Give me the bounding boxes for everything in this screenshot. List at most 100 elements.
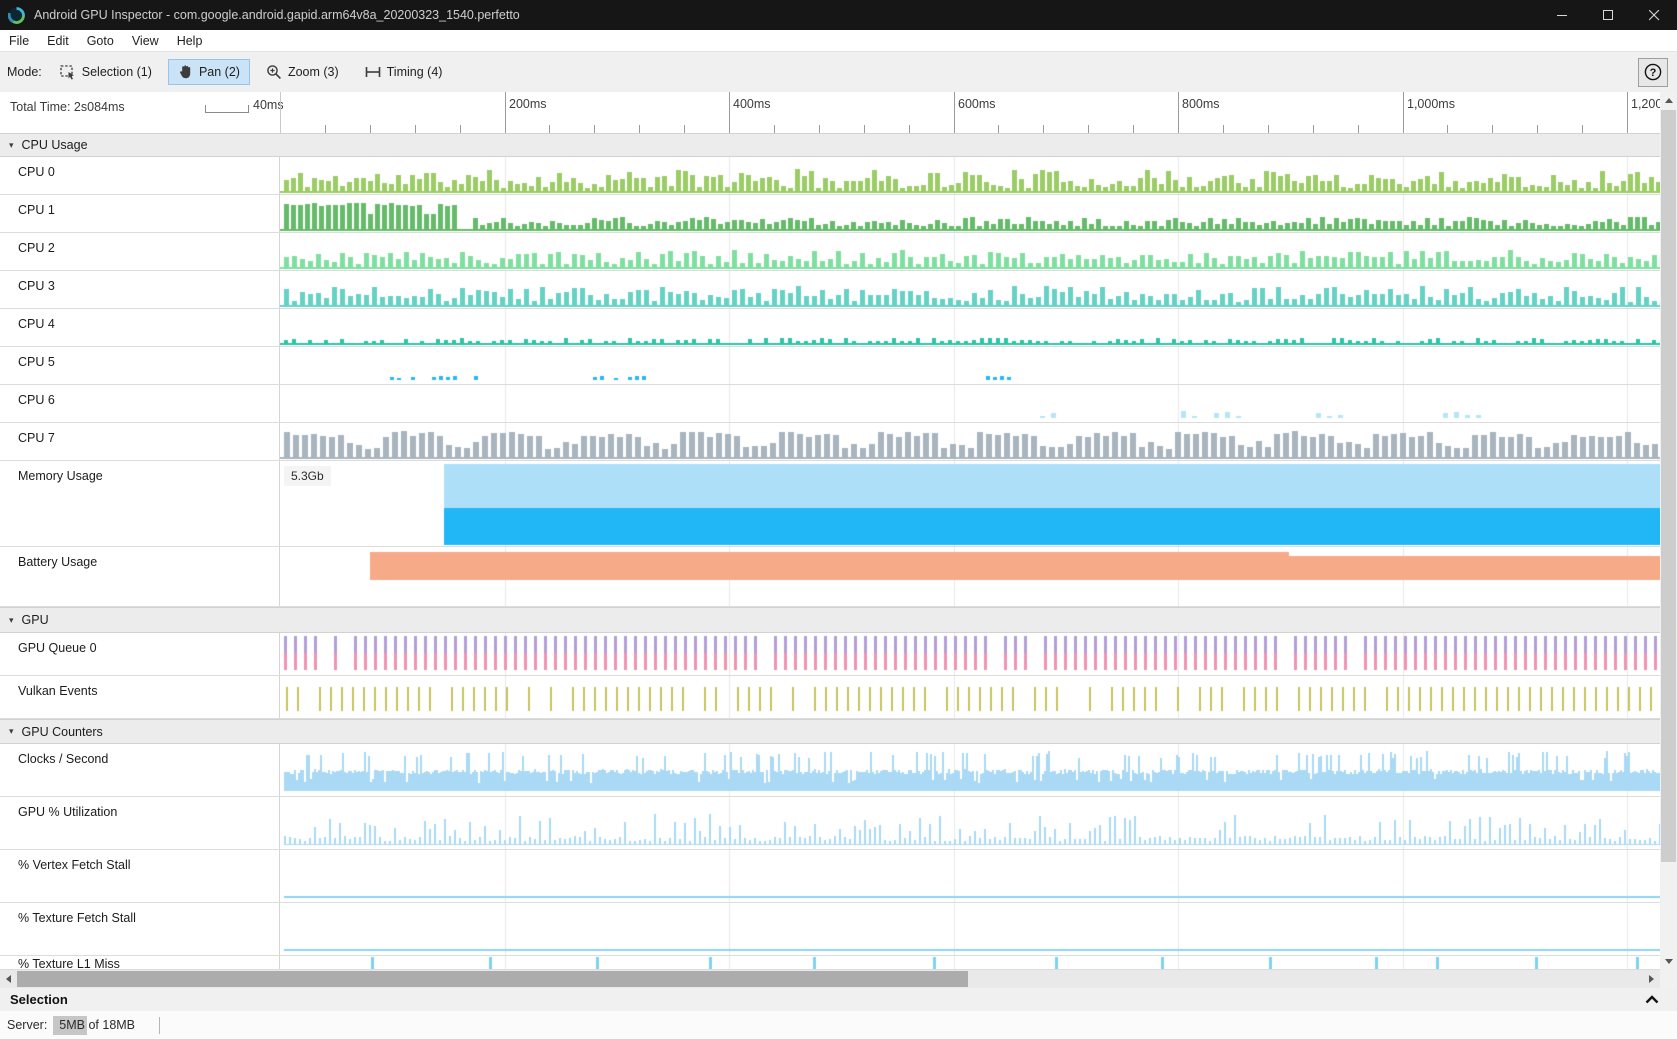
vertical-scrollbar-thumb[interactable] bbox=[1661, 110, 1676, 862]
group-header-gpu-header[interactable]: ▾GPU bbox=[0, 607, 1677, 633]
close-icon bbox=[1649, 10, 1660, 21]
track-row-cpu1: CPU 1 bbox=[0, 195, 1677, 233]
ruler-minor-tick bbox=[1358, 125, 1359, 133]
help-button[interactable]: ? bbox=[1638, 58, 1668, 87]
track-plot-cpu4[interactable] bbox=[280, 309, 1677, 346]
title-bar: Android GPU Inspector - com.google.andro… bbox=[0, 0, 1677, 30]
ruler-minor-tick bbox=[594, 125, 595, 133]
magnifier-icon bbox=[266, 64, 282, 80]
total-time-label: Total Time: 2s084ms bbox=[10, 100, 125, 114]
track-plot-clocks[interactable] bbox=[280, 744, 1677, 796]
timing-icon bbox=[365, 65, 381, 79]
scroll-down-arrow[interactable] bbox=[1660, 953, 1677, 970]
menu-goto[interactable]: Goto bbox=[78, 32, 123, 50]
minimize-button[interactable] bbox=[1539, 0, 1585, 30]
menu-edit[interactable]: Edit bbox=[38, 32, 78, 50]
track-label-cpu7: CPU 7 bbox=[0, 423, 280, 460]
track-plot-cpu1[interactable] bbox=[280, 195, 1677, 232]
horizontal-scrollbar-thumb[interactable] bbox=[17, 971, 968, 987]
ruler-tick-label: 400ms bbox=[733, 97, 771, 111]
track-label-memory: Memory Usage bbox=[0, 461, 280, 546]
status-separator bbox=[159, 1017, 160, 1034]
scroll-right-arrow[interactable] bbox=[1643, 970, 1660, 988]
ruler-major-tick bbox=[954, 92, 955, 133]
track-plot-l1-miss[interactable] bbox=[280, 956, 1677, 969]
ruler-minor-tick bbox=[549, 125, 550, 133]
track-plot-gpu-queue[interactable] bbox=[280, 633, 1677, 675]
chevron-up-icon bbox=[1645, 995, 1659, 1004]
track-label-cpu0: CPU 0 bbox=[0, 157, 280, 194]
ruler-minor-tick bbox=[1133, 125, 1134, 133]
group-header-gpu-counters-header[interactable]: ▾GPU Counters bbox=[0, 719, 1677, 744]
track-label-cpu3: CPU 3 bbox=[0, 271, 280, 308]
ruler-tick-label: 800ms bbox=[1182, 97, 1220, 111]
collapse-arrow-icon: ▾ bbox=[9, 615, 14, 626]
ruler-minor-tick bbox=[1537, 125, 1538, 133]
track-row-cpu4: CPU 4 bbox=[0, 309, 1677, 347]
selection-panel-expand-button[interactable] bbox=[1645, 995, 1659, 1004]
close-button[interactable] bbox=[1631, 0, 1677, 30]
server-memory-indicator: 5MB of 18MB bbox=[53, 1016, 145, 1035]
menu-help[interactable]: Help bbox=[168, 32, 212, 50]
collapse-arrow-icon: ▾ bbox=[9, 726, 14, 737]
maximize-icon bbox=[1603, 10, 1614, 21]
maximize-button[interactable] bbox=[1585, 0, 1631, 30]
track-label-cpu1: CPU 1 bbox=[0, 195, 280, 232]
timing-mode-button[interactable]: Timing (4) bbox=[355, 60, 453, 84]
track-label-cpu4: CPU 4 bbox=[0, 309, 280, 346]
pan-mode-label: Pan (2) bbox=[199, 65, 240, 79]
track-row-cpu2: CPU 2 bbox=[0, 233, 1677, 271]
track-row-cpu6: CPU 6 bbox=[0, 385, 1677, 423]
track-plot-texture-stall[interactable] bbox=[280, 903, 1677, 955]
selection-mode-button[interactable]: Selection (1) bbox=[50, 60, 162, 85]
track-plot-cpu0[interactable] bbox=[280, 157, 1677, 194]
help-icon: ? bbox=[1644, 63, 1662, 81]
track-plot-vulkan[interactable] bbox=[280, 676, 1677, 718]
track-plot-vertex-stall[interactable] bbox=[280, 850, 1677, 902]
ruler-minor-tick bbox=[1043, 125, 1044, 133]
ruler-minor-tick bbox=[1582, 125, 1583, 133]
horizontal-scrollbar[interactable] bbox=[0, 970, 1660, 988]
scroll-left-arrow[interactable] bbox=[0, 970, 17, 988]
track-plot-memory[interactable] bbox=[280, 461, 1677, 546]
track-label-cpu6: CPU 6 bbox=[0, 385, 280, 422]
timeline-ruler[interactable]: Total Time: 2s084ms 40ms 200ms400ms600ms… bbox=[0, 92, 1677, 134]
server-memory-value: 5MB of 18MB bbox=[59, 1018, 135, 1032]
scroll-up-arrow[interactable] bbox=[1660, 92, 1677, 109]
track-row-gpu-util: GPU % Utilization bbox=[0, 797, 1677, 850]
menu-file[interactable]: File bbox=[0, 32, 38, 50]
status-bar: Server: 5MB of 18MB bbox=[0, 1011, 1677, 1039]
track-plot-gpu-util[interactable] bbox=[280, 797, 1677, 849]
track-row-vulkan: Vulkan Events bbox=[0, 676, 1677, 719]
track-plot-cpu3[interactable] bbox=[280, 271, 1677, 308]
track-label-cpu5: CPU 5 bbox=[0, 347, 280, 384]
track-plot-battery[interactable] bbox=[280, 547, 1677, 606]
track-label-gpu-queue: GPU Queue 0 bbox=[0, 633, 280, 675]
zoom-mode-button[interactable]: Zoom (3) bbox=[256, 59, 349, 85]
group-header-cpu-usage-header[interactable]: ▾CPU Usage bbox=[0, 133, 1677, 157]
ruler-minor-tick bbox=[415, 125, 416, 133]
menu-view[interactable]: View bbox=[123, 32, 168, 50]
ruler-minor-tick bbox=[1268, 125, 1269, 133]
ruler-minor-tick bbox=[774, 125, 775, 133]
mode-label: Mode: bbox=[7, 65, 42, 79]
track-row-clocks: Clocks / Second bbox=[0, 744, 1677, 797]
ruler-major-tick bbox=[505, 92, 506, 133]
track-plot-cpu7[interactable] bbox=[280, 423, 1677, 460]
window-title: Android GPU Inspector - com.google.andro… bbox=[34, 8, 520, 22]
track-label-vertex-stall: % Vertex Fetch Stall bbox=[0, 850, 280, 902]
track-plot-cpu6[interactable] bbox=[280, 385, 1677, 422]
app-icon bbox=[8, 7, 25, 24]
vertical-scrollbar[interactable] bbox=[1660, 92, 1677, 970]
selection-mode-label: Selection (1) bbox=[82, 65, 152, 79]
ruler-minor-tick bbox=[325, 125, 326, 133]
track-plot-cpu2[interactable] bbox=[280, 233, 1677, 270]
ruler-minor-tick bbox=[1088, 125, 1089, 133]
track-label-gpu-util: GPU % Utilization bbox=[0, 797, 280, 849]
selection-panel-header: Selection bbox=[0, 988, 1677, 1012]
pan-mode-button[interactable]: Pan (2) bbox=[168, 59, 250, 85]
track-row-memory: Memory Usage5.3Gb bbox=[0, 461, 1677, 547]
track-plot-cpu5[interactable] bbox=[280, 347, 1677, 384]
zoom-mode-label: Zoom (3) bbox=[288, 65, 339, 79]
timeline-tracks: ▾CPU UsageCPU 0CPU 1CPU 2CPU 3CPU 4CPU 5… bbox=[0, 133, 1677, 970]
